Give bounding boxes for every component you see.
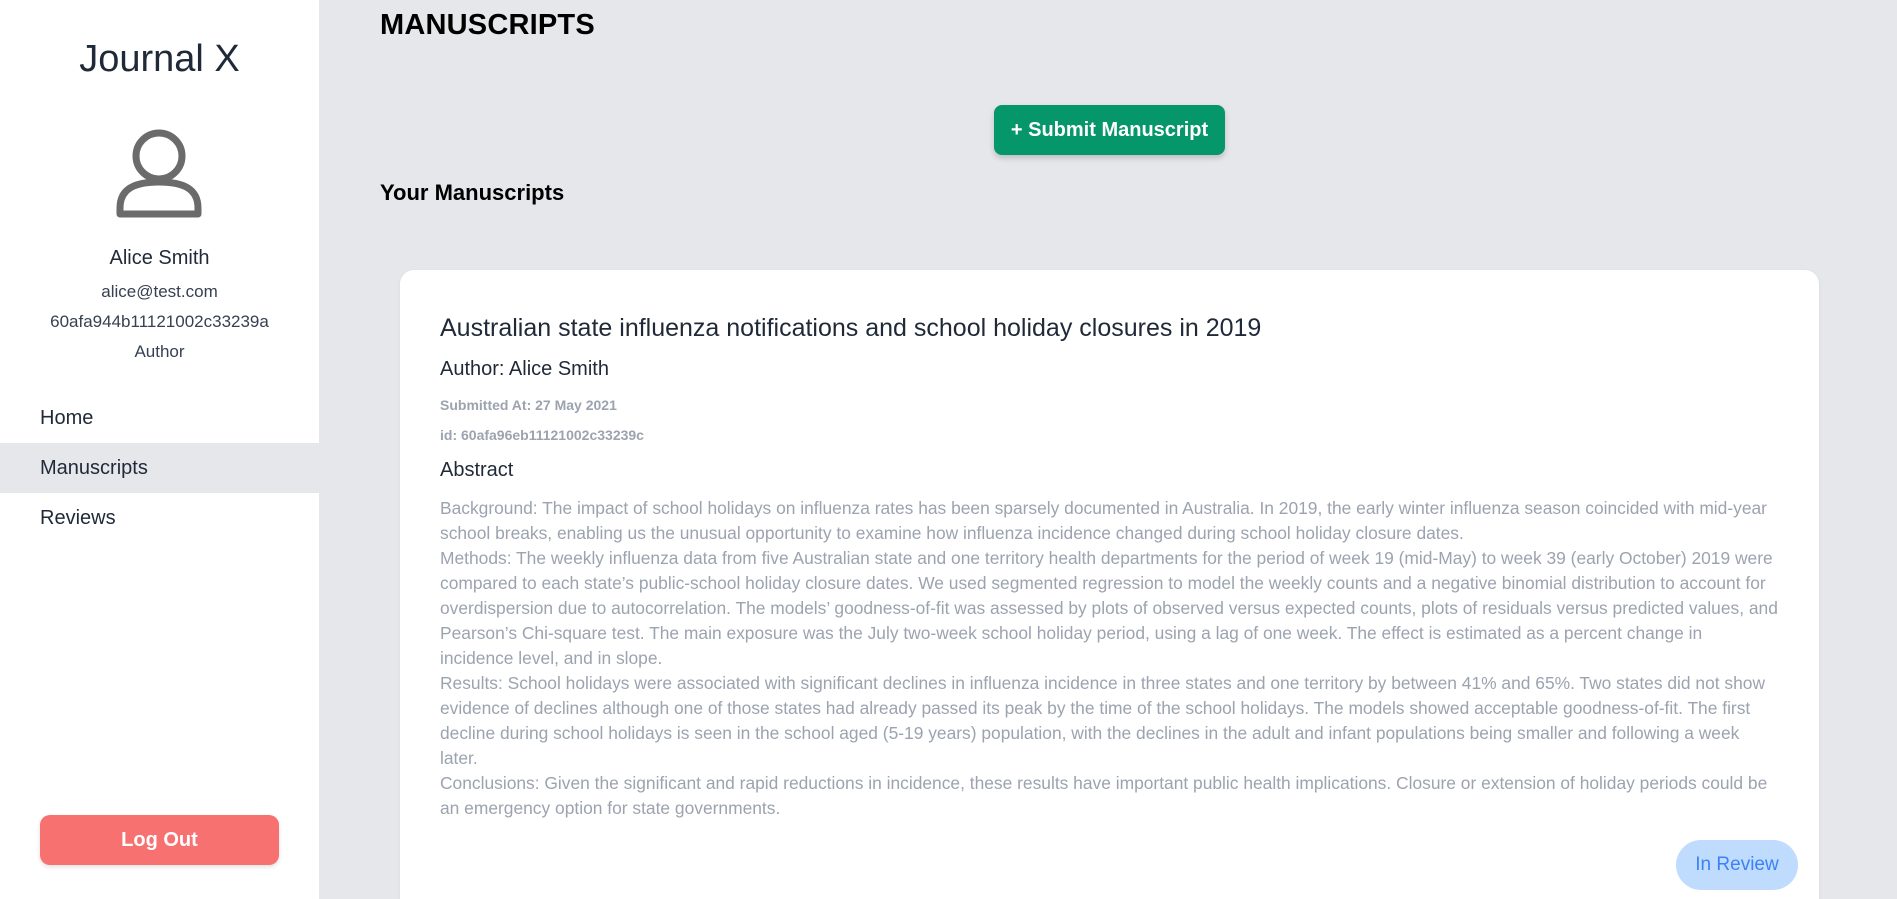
user-role: Author <box>134 342 185 361</box>
main-content: MANUSCRIPTS + Submit Manuscript Your Man… <box>319 0 1897 899</box>
brand-title: Journal X <box>79 38 240 80</box>
page-title: MANUSCRIPTS <box>380 9 595 41</box>
user-name: Alice Smith <box>109 247 210 269</box>
abstract-text: Background: The impact of school holiday… <box>440 496 1780 821</box>
submit-manuscript-button[interactable]: + Submit Manuscript <box>994 105 1225 155</box>
abstract-conclusions: Conclusions: Given the significant and r… <box>440 773 1768 818</box>
sidebar-item-reviews[interactable]: Reviews <box>0 493 319 543</box>
status-badge: In Review <box>1676 840 1798 890</box>
abstract-background: Background: The impact of school holiday… <box>440 498 1767 543</box>
manuscript-author: Author: Alice Smith <box>440 358 609 380</box>
section-title: Your Manuscripts <box>380 180 565 205</box>
abstract-results: Results: School holidays were associated… <box>440 673 1766 768</box>
abstract-heading: Abstract <box>440 459 514 481</box>
manuscript-submitted-date: Submitted At: 27 May 2021 <box>440 397 617 413</box>
user-email: alice@test.com <box>101 282 218 301</box>
manuscript-card: Australian state influenza notifications… <box>400 270 1819 899</box>
manuscript-title: Australian state influenza notifications… <box>440 314 1262 342</box>
app-root: Journal X Alice Smith alice@test.com 60a… <box>0 0 1897 899</box>
manuscript-id: id: 60afa96eb11121002c33239c <box>440 427 644 443</box>
sidebar-item-home[interactable]: Home <box>0 393 319 443</box>
user-avatar-icon <box>116 129 202 218</box>
abstract-methods: Methods: The weekly influenza data from … <box>440 548 1778 668</box>
sidebar-item-manuscripts[interactable]: Manuscripts <box>0 443 319 493</box>
user-id: 60afa944b11121002c33239a <box>50 312 269 331</box>
sidebar-nav: Home Manuscripts Reviews <box>0 393 319 543</box>
sidebar: Journal X Alice Smith alice@test.com 60a… <box>0 0 319 899</box>
logout-button[interactable]: Log Out <box>40 815 279 865</box>
